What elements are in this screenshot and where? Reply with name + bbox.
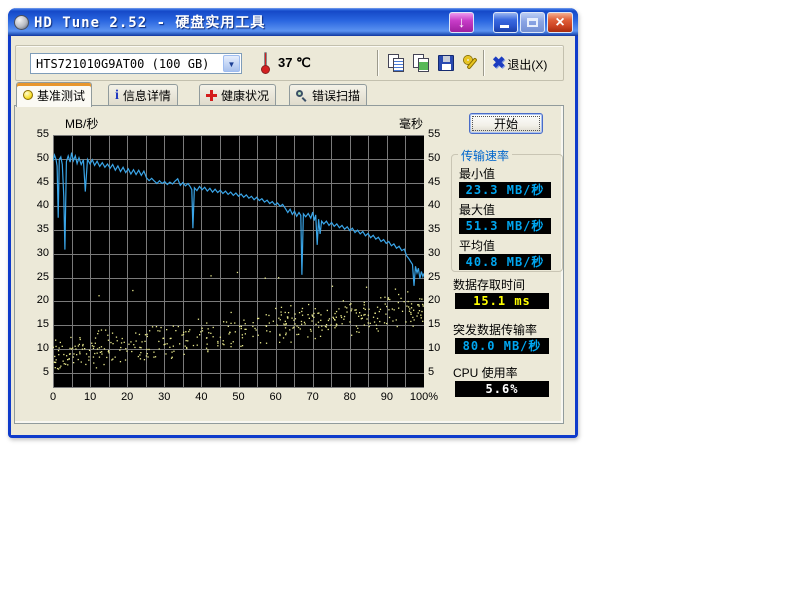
access-time-label: 数据存取时间 bbox=[453, 276, 525, 293]
avg-value-display: 40.8 MB/秒 bbox=[459, 254, 551, 270]
max-label: 最大值 bbox=[459, 201, 495, 218]
drive-select-value: HTS721010G9AT00 (100 GB) bbox=[36, 57, 209, 71]
wrench-icon bbox=[463, 55, 479, 71]
drive-select[interactable]: HTS721010G9AT00 (100 GB) ▼ bbox=[30, 53, 242, 74]
y-tick-right: 5 bbox=[428, 366, 454, 378]
y-tick-left: 30 bbox=[23, 247, 49, 259]
group-title: 传输速率 bbox=[458, 147, 512, 164]
tab-error-scan[interactable]: 错误扫描 bbox=[289, 84, 367, 106]
copy-image-button[interactable] bbox=[411, 53, 432, 74]
avg-label: 平均值 bbox=[459, 237, 495, 254]
close-icon: × bbox=[548, 13, 572, 32]
maximize-icon bbox=[527, 18, 538, 27]
y-tick-right: 10 bbox=[428, 342, 454, 354]
benchmark-tab-page: MB/秒 毫秒 55504540353025201510555504540353… bbox=[14, 105, 564, 424]
x-tick: 20 bbox=[121, 391, 133, 403]
y-tick-left: 10 bbox=[23, 342, 49, 354]
options-button[interactable] bbox=[461, 53, 482, 74]
floppy-icon bbox=[438, 55, 454, 71]
min-value-display: 23.3 MB/秒 bbox=[459, 182, 551, 198]
info-icon: i bbox=[115, 90, 119, 102]
exit-button[interactable]: ✖ 退出(X) bbox=[492, 54, 547, 74]
save-floppy-button[interactable] bbox=[436, 53, 457, 74]
y-tick-left: 40 bbox=[23, 199, 49, 211]
burst-rate-display: 80.0 MB/秒 bbox=[455, 338, 549, 354]
access-time-display: 15.1 ms bbox=[455, 293, 549, 309]
y-tick-left: 35 bbox=[23, 223, 49, 235]
minimize-button[interactable] bbox=[493, 12, 518, 33]
down-arrow-icon: ↓ bbox=[450, 13, 473, 32]
toolbar-separator bbox=[483, 50, 485, 76]
max-value-display: 51.3 MB/秒 bbox=[459, 218, 551, 234]
x-tick: 100% bbox=[410, 391, 438, 403]
x-tick: 90 bbox=[381, 391, 393, 403]
benchmark-chart bbox=[53, 135, 424, 388]
magnifier-icon bbox=[296, 90, 308, 102]
temperature-value: 37 ℃ bbox=[278, 55, 311, 71]
y-tick-left: 15 bbox=[23, 318, 49, 330]
min-label: 最小值 bbox=[459, 165, 495, 182]
y-tick-right: 15 bbox=[428, 318, 454, 330]
y-tick-left: 20 bbox=[23, 294, 49, 306]
right-axis-title: 毫秒 bbox=[399, 115, 423, 132]
burst-rate-label: 突发数据传输率 bbox=[453, 321, 537, 338]
cpu-usage-label: CPU 使用率 bbox=[453, 364, 518, 381]
y-tick-right: 25 bbox=[428, 271, 454, 283]
x-tick: 60 bbox=[269, 391, 281, 403]
thermometer-icon bbox=[261, 52, 270, 74]
copy-pages-button[interactable] bbox=[386, 53, 407, 74]
y-tick-right: 20 bbox=[428, 294, 454, 306]
window-title: HD Tune 2.52 - 硬盘实用工具 bbox=[34, 12, 447, 32]
minimize-icon bbox=[500, 25, 509, 28]
y-tick-left: 5 bbox=[23, 366, 49, 378]
x-tick: 10 bbox=[84, 391, 96, 403]
client-area: HTS721010G9AT00 (100 GB) ▼ 37 ℃ bbox=[11, 36, 575, 435]
y-tick-left: 25 bbox=[23, 271, 49, 283]
app-icon bbox=[14, 15, 29, 30]
maximize-button[interactable] bbox=[520, 12, 545, 33]
bulb-icon bbox=[23, 90, 33, 100]
y-tick-left: 50 bbox=[23, 152, 49, 164]
benchmark-plot bbox=[53, 135, 424, 388]
y-tick-left: 45 bbox=[23, 176, 49, 188]
exit-x-icon: ✖ bbox=[492, 55, 505, 73]
close-button[interactable]: × bbox=[547, 12, 573, 33]
app-window: HD Tune 2.52 - 硬盘实用工具 ↓ × HTS721010G9AT0… bbox=[8, 8, 578, 438]
x-tick: 0 bbox=[50, 391, 56, 403]
toolbar-separator bbox=[377, 50, 379, 76]
tab-info[interactable]: i 信息详情 bbox=[108, 84, 178, 106]
x-tick: 80 bbox=[344, 391, 356, 403]
x-tick: 30 bbox=[158, 391, 170, 403]
cpu-usage-display: 5.6% bbox=[455, 381, 549, 397]
title-bar[interactable]: HD Tune 2.52 - 硬盘实用工具 ↓ × bbox=[8, 8, 578, 36]
y-tick-left: 55 bbox=[23, 128, 49, 140]
start-button[interactable]: 开始 bbox=[469, 113, 543, 134]
chevron-down-icon[interactable]: ▼ bbox=[223, 55, 240, 72]
x-tick: 40 bbox=[195, 391, 207, 403]
x-tick: 50 bbox=[232, 391, 244, 403]
x-tick: 70 bbox=[307, 391, 319, 403]
toolbar: HTS721010G9AT00 (100 GB) ▼ 37 ℃ bbox=[15, 45, 564, 81]
tab-health[interactable]: 健康状况 bbox=[199, 84, 276, 106]
transfer-rate-group: 传输速率 最小值 23.3 MB/秒 最大值 51.3 MB/秒 平均值 40.… bbox=[451, 154, 563, 272]
left-axis-title: MB/秒 bbox=[65, 115, 98, 132]
desktop: HD Tune 2.52 - 硬盘实用工具 ↓ × HTS721010G9AT0… bbox=[0, 0, 800, 600]
download-button[interactable]: ↓ bbox=[449, 12, 474, 33]
health-cross-icon bbox=[206, 90, 217, 101]
y-tick-right: 55 bbox=[428, 128, 454, 140]
tab-benchmark[interactable]: 基准测试 bbox=[16, 82, 92, 107]
